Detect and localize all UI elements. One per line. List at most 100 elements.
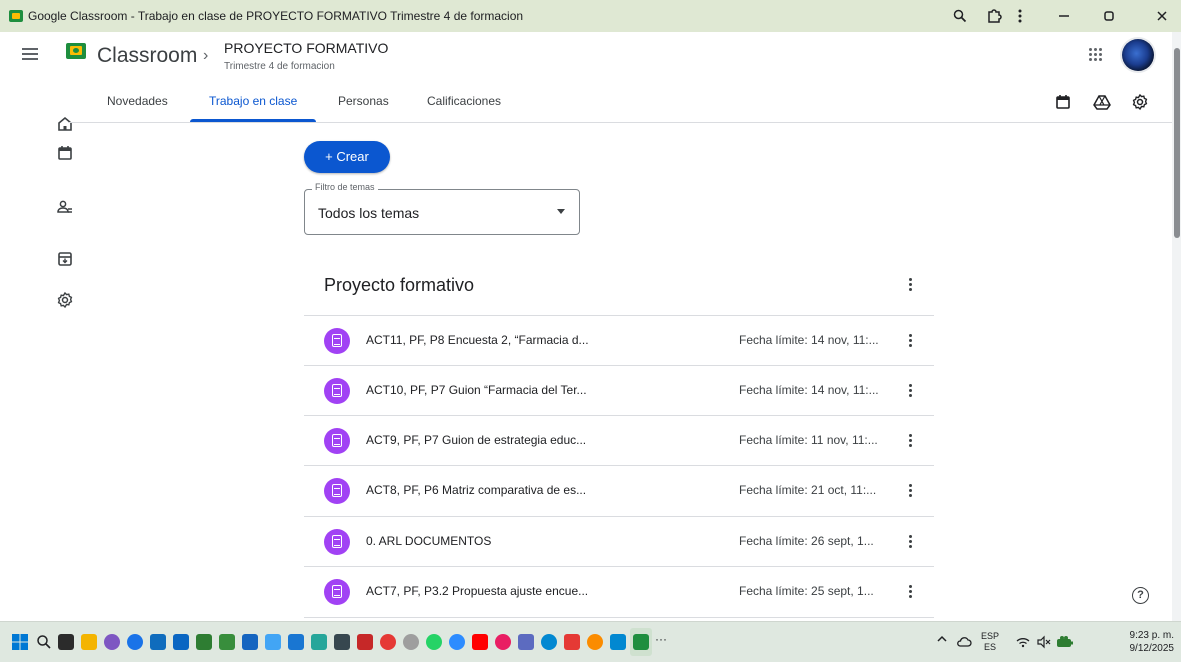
google-apps-icon[interactable] [1089, 48, 1103, 62]
classroom-taskbar-icon[interactable] [633, 634, 649, 650]
app-icon[interactable] [242, 634, 258, 650]
assignment-title[interactable]: ACT9, PF, P7 Guion de estrategia educ... [366, 433, 586, 447]
assignment-icon [324, 529, 350, 555]
app-icon[interactable] [196, 634, 212, 650]
app-icon[interactable] [610, 634, 626, 650]
assignment-due-date: Fecha límite: 25 sept, 1... [739, 584, 874, 598]
brand-name[interactable]: Classroom [97, 44, 197, 68]
app-header: Classroom › PROYECTO FORMATIVO Trimestre… [0, 32, 1172, 82]
minimize-icon[interactable] [1048, 4, 1080, 28]
app-icon[interactable] [403, 634, 419, 650]
assignment-row[interactable]: ACT8, PF, P6 Matriz comparativa de es...… [304, 465, 934, 516]
assignment-title[interactable]: ACT11, PF, P8 Encuesta 2, “Farmacia d... [366, 333, 589, 347]
help-icon[interactable]: ? [1132, 587, 1149, 604]
assignment-row[interactable]: ACT10, PF, P7 Guion “Farmacia del Ter...… [304, 365, 934, 416]
assignment-title[interactable]: ACT7, PF, P3.2 Propuesta ajuste encue... [366, 584, 588, 598]
main-menu-icon[interactable] [22, 48, 38, 60]
search-icon[interactable] [36, 634, 52, 650]
breadcrumb-separator: › [203, 47, 209, 64]
restore-icon[interactable] [1093, 4, 1125, 28]
assignment-row[interactable]: ACT9, PF, P7 Guion de estrategia educ...… [304, 415, 934, 466]
store-icon[interactable] [150, 634, 166, 650]
app-icon[interactable] [219, 634, 235, 650]
app-icon[interactable] [265, 634, 281, 650]
windows-start-icon[interactable] [12, 634, 28, 650]
clock-date: 9/12/2025 [1129, 643, 1175, 654]
app-icon[interactable] [334, 634, 350, 650]
language-indicator[interactable]: ESP ES [978, 631, 1002, 653]
zoom-app-icon[interactable] [449, 634, 465, 650]
task-view-icon[interactable] [58, 634, 74, 650]
file-explorer-icon[interactable] [81, 634, 97, 650]
edge-icon[interactable] [127, 634, 143, 650]
windows-taskbar: ··· ESP ES 9:23 p. m. 9/12/2025 [0, 621, 1181, 662]
wifi-icon[interactable] [1015, 634, 1031, 650]
course-subtitle: Trimestre 4 de formacion [224, 61, 335, 72]
app-icon[interactable] [357, 634, 373, 650]
assignment-row[interactable]: ACT7, PF, P3.2 Propuesta ajuste encue...… [304, 566, 934, 618]
settings-icon[interactable] [1130, 92, 1150, 112]
tab-calificaciones[interactable]: Calificaciones [427, 94, 501, 108]
tab-personas[interactable]: Personas [338, 94, 389, 108]
app-icon[interactable] [495, 634, 511, 650]
app-icon[interactable] [288, 634, 304, 650]
battery-icon[interactable] [1055, 634, 1075, 650]
assignment-icon [324, 428, 350, 454]
tab-trabajo-en-clase[interactable]: Trabajo en clase [209, 94, 297, 108]
archive-icon[interactable] [55, 249, 75, 269]
assignment-due-date: Fecha límite: 26 sept, 1... [739, 534, 874, 548]
onedrive-icon[interactable] [541, 634, 557, 650]
close-icon[interactable] [1146, 4, 1178, 28]
assignment-more-icon[interactable] [908, 484, 912, 498]
assignment-due-date: Fecha límite: 21 oct, 11:... [739, 483, 877, 497]
class-tabs: Novedades Trabajo en clase Personas Cali… [68, 82, 1172, 123]
drive-icon[interactable] [1092, 92, 1112, 112]
topic-more-icon[interactable] [908, 278, 912, 292]
assignment-title[interactable]: ACT10, PF, P7 Guion “Farmacia del Ter... [366, 383, 587, 397]
calendar-icon[interactable] [55, 143, 75, 163]
more-icon[interactable] [1004, 4, 1036, 28]
people-icon[interactable] [55, 197, 75, 217]
assignment-more-icon[interactable] [908, 585, 912, 599]
outlook-icon[interactable] [173, 634, 189, 650]
assignment-row[interactable]: 0. ARL DOCUMENTOS Fecha límite: 26 sept,… [304, 516, 934, 567]
chevron-up-icon[interactable] [936, 633, 948, 648]
assignment-more-icon[interactable] [908, 535, 912, 549]
assignment-due-date: Fecha límite: 14 nov, 11:... [739, 333, 879, 347]
settings-icon[interactable] [55, 290, 75, 310]
course-title[interactable]: PROYECTO FORMATIVO [224, 40, 388, 56]
topic-title: Proyecto formativo [324, 275, 475, 295]
assignment-more-icon[interactable] [908, 384, 912, 398]
whatsapp-icon[interactable] [426, 634, 442, 650]
opera-icon[interactable] [380, 634, 396, 650]
calendar-icon[interactable] [1053, 92, 1073, 112]
taskbar-overflow-button[interactable]: ··· [655, 632, 667, 646]
assignment-title[interactable]: 0. ARL DOCUMENTOS [366, 534, 491, 548]
classroom-logo-icon[interactable] [66, 43, 86, 59]
dropdown-arrow-icon[interactable] [557, 209, 565, 214]
assignment-due-date: Fecha límite: 14 nov, 11:... [739, 383, 879, 397]
scrollbar-thumb[interactable] [1174, 48, 1180, 238]
topic-filter-label: Filtro de temas [312, 182, 378, 192]
assignment-title[interactable]: ACT8, PF, P6 Matriz comparativa de es... [366, 483, 586, 497]
assignment-more-icon[interactable] [908, 434, 912, 448]
assignment-icon [324, 579, 350, 605]
topic-filter-value[interactable]: Todos los temas [318, 205, 419, 221]
assignment-row[interactable]: ACT11, PF, P8 Encuesta 2, “Farmacia d...… [304, 315, 934, 366]
cloud-icon[interactable] [956, 634, 972, 650]
zoom-icon[interactable] [944, 4, 976, 28]
app-icon[interactable] [587, 634, 603, 650]
account-avatar[interactable] [1122, 39, 1154, 71]
volume-muted-icon[interactable] [1036, 634, 1052, 650]
youtube-icon[interactable] [472, 634, 488, 650]
system-clock[interactable]: 9:23 p. m. 9/12/2025 [1112, 629, 1175, 655]
copilot-icon[interactable] [104, 634, 120, 650]
app-icon[interactable] [311, 634, 327, 650]
classroom-favicon-icon [9, 10, 23, 22]
create-button[interactable]: + Crear [304, 141, 390, 173]
keyboard-layout: ES [983, 642, 996, 652]
tab-novedades[interactable]: Novedades [107, 94, 168, 108]
app-icon[interactable] [518, 634, 534, 650]
app-icon[interactable] [564, 634, 580, 650]
assignment-more-icon[interactable] [908, 334, 912, 348]
